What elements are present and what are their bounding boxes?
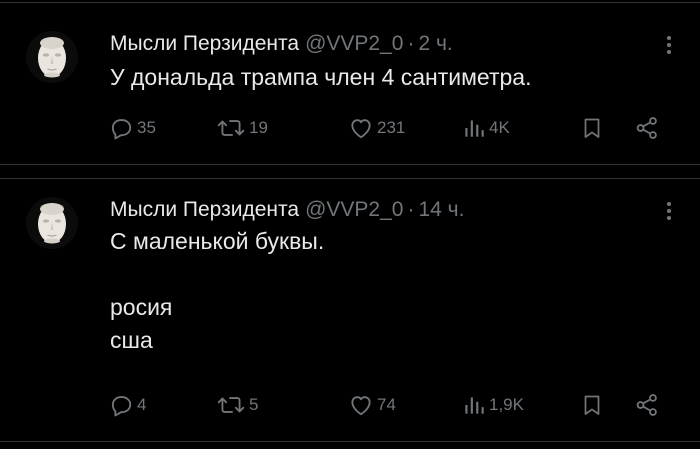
timeline-feed: Мысли Перзидента @VVP2_0 · 2 ч. У дональ…	[0, 0, 700, 449]
more-options-button[interactable]	[666, 35, 672, 55]
tweet-header: Мысли Перзидента @VVP2_0 · 14 ч.	[110, 195, 464, 225]
retweet-icon	[217, 120, 245, 136]
author-name[interactable]: Мысли Перзидента	[110, 198, 299, 222]
more-options-button[interactable]	[666, 201, 672, 221]
reply-button[interactable]: 35	[108, 113, 156, 143]
bookmark-button[interactable]	[580, 113, 604, 143]
tweet-text: У дональда трампа член 4 сантиметра.	[110, 64, 532, 90]
avatar[interactable]	[26, 31, 78, 83]
tweet[interactable]: Мысли Перзидента @VVP2_0 · 2 ч. У дональ…	[0, 2, 700, 165]
views-icon	[465, 120, 484, 137]
share-icon	[636, 394, 657, 416]
like-button[interactable]: 231	[348, 113, 405, 143]
author-handle[interactable]: @VVP2_0	[305, 198, 403, 222]
reply-icon	[111, 396, 132, 417]
tweet-timestamp[interactable]: 14 ч.	[418, 198, 464, 222]
like-button[interactable]: 74	[348, 390, 396, 420]
face-mask-avatar	[26, 197, 78, 249]
tweet-actions: 4 5 74 1,9K	[108, 390, 668, 420]
heart-icon	[351, 396, 371, 416]
share-button[interactable]	[634, 390, 660, 420]
retweet-icon	[217, 397, 245, 413]
separator-dot: ·	[407, 32, 415, 55]
like-count: 74	[377, 395, 396, 414]
share-icon	[636, 117, 657, 139]
retweet-button[interactable]: 5	[216, 390, 258, 420]
heart-icon	[351, 119, 371, 139]
retweet-count: 19	[249, 118, 268, 137]
bookmark-icon	[584, 395, 600, 415]
bookmark-button[interactable]	[580, 390, 604, 420]
tweet-actions: 35 19 231 4K	[108, 113, 668, 143]
reply-count: 4	[137, 395, 147, 414]
bookmark-icon	[584, 118, 600, 138]
retweet-button[interactable]: 19	[216, 113, 268, 143]
avatar[interactable]	[26, 197, 78, 249]
more-vertical-icon	[667, 36, 671, 54]
reply-icon	[111, 119, 132, 140]
views-button[interactable]: 1,9K	[462, 390, 524, 420]
tweet-header: Мысли Перзидента @VVP2_0 · 2 ч.	[110, 29, 453, 59]
face-mask-avatar	[26, 31, 78, 83]
reply-count: 35	[137, 118, 156, 137]
like-count: 231	[377, 118, 406, 137]
separator-dot: ·	[407, 198, 415, 221]
tweet-text: С маленькой буквы. росия сша	[110, 228, 325, 353]
views-icon	[465, 397, 484, 414]
retweet-count: 5	[249, 395, 259, 414]
views-count: 1,9K	[489, 395, 524, 414]
more-vertical-icon	[667, 202, 671, 220]
tweet[interactable]: Мысли Перзидента @VVP2_0 · 14 ч. С мален…	[0, 178, 700, 442]
views-button[interactable]: 4K	[462, 113, 510, 143]
author-name[interactable]: Мысли Перзидента	[110, 32, 299, 56]
author-handle[interactable]: @VVP2_0	[305, 32, 403, 56]
reply-button[interactable]: 4	[108, 390, 146, 420]
views-count: 4K	[489, 118, 510, 137]
tweet-timestamp[interactable]: 2 ч.	[418, 32, 452, 56]
share-button[interactable]	[634, 113, 660, 143]
